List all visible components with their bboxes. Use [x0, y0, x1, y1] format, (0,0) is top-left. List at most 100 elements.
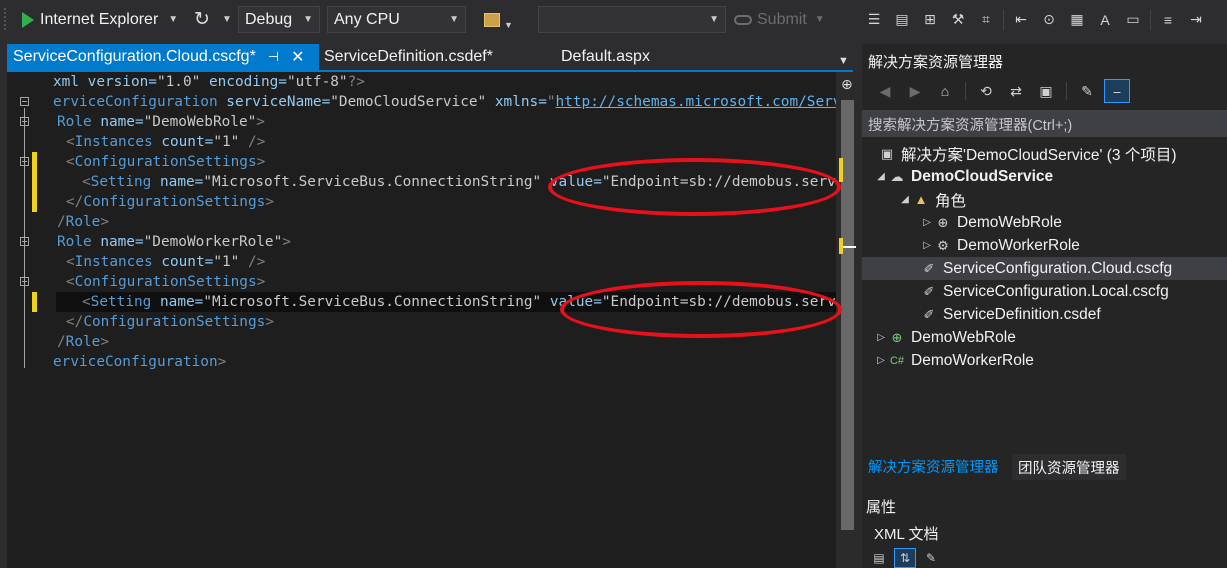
tab-default-aspx[interactable]: Default.aspx	[561, 44, 650, 70]
collapsed-arrow-icon[interactable]: ▷	[874, 355, 888, 366]
chevron-down-icon: ▼	[709, 14, 719, 25]
tab-label: Default.aspx	[561, 48, 650, 65]
run-button[interactable]: Internet Explorer ▼	[22, 6, 178, 33]
text-icon[interactable]: A	[1091, 9, 1119, 31]
properties-toolbar: ▤ ⇅ ✎	[868, 548, 942, 568]
editor-gutter	[7, 72, 31, 568]
collapsed-arrow-icon[interactable]: ▷	[874, 332, 888, 343]
tree-item-service-configuration-local[interactable]: ✐ ServiceConfiguration.Local.cscfg	[862, 280, 1227, 303]
fold-toggle[interactable]	[20, 97, 29, 106]
code-line: <Instances count="1" />	[66, 254, 266, 270]
code-line: /Role>	[57, 214, 109, 230]
vertical-scrollbar[interactable]: ⊕	[836, 72, 860, 568]
import-icon[interactable]: ⇤	[1007, 9, 1035, 31]
collapsed-arrow-icon[interactable]: ▷	[920, 240, 934, 251]
code-line: xml version="1.0" encoding="utf-8"?>	[53, 74, 365, 90]
chevron-down-icon: ▼	[449, 14, 459, 25]
editor-tab-strip: ServiceConfiguration.Cloud.cscfg* ⊣ ✕ Se…	[0, 44, 860, 70]
pin-icon[interactable]: ⊣	[268, 49, 279, 65]
properties-object-select[interactable]: XML 文档	[874, 523, 938, 544]
cloud-icon	[734, 14, 752, 25]
properties-panel: 属性 XML 文档 ▤ ⇅ ✎	[862, 492, 1227, 568]
tab-service-definition[interactable]: ServiceDefinition.csdef*	[324, 44, 493, 70]
platform-value: Any CPU	[334, 10, 400, 28]
chevron-down-icon: ▼	[303, 14, 313, 25]
code-line: <Instances count="1" />	[66, 134, 266, 150]
roles-folder-icon: ▲	[914, 192, 928, 207]
code-line: </ConfigurationSettings>	[66, 194, 274, 210]
chevron-down-icon[interactable]: ▼	[222, 6, 232, 33]
home-icon[interactable]: ⌂	[932, 79, 958, 103]
solution-search-input[interactable]: 搜索解决方案资源管理器(Ctrl+;)	[862, 110, 1227, 137]
history-icon[interactable]: ⟲	[973, 79, 999, 103]
expanded-arrow-icon[interactable]: ◢	[874, 171, 888, 182]
panel-title: 解决方案资源管理器	[868, 54, 1004, 71]
tree-item-roles[interactable]: ◢ ▲ 角色	[862, 188, 1227, 211]
align-icon[interactable]: ≡	[1154, 9, 1182, 31]
properties-wrench-icon[interactable]: ✎	[1074, 79, 1100, 103]
toolbar-icon-group: ☰ ▤ ⊞ ⚒ ⌗ ⇤ ⊙ ▦ A ▭ ≡ ⇥	[860, 6, 1210, 33]
split-editor-icon[interactable]: ⊕	[841, 76, 853, 93]
hierarchy-icon[interactable]: ⊞	[916, 9, 944, 31]
tree-item-demo-web-role[interactable]: ▷ ⊕ DemoWebRole	[862, 211, 1227, 234]
empty-combo[interactable]: ▼	[538, 6, 726, 33]
tab-team-explorer[interactable]: 团队资源管理器	[1012, 454, 1126, 480]
network-icon[interactable]: ⌗	[972, 9, 1000, 31]
tree-item-project-web-role[interactable]: ▷ ⊕ DemoWebRole	[862, 326, 1227, 349]
categorized-icon[interactable]: ▤	[868, 548, 890, 568]
clipboard-icon[interactable]: ▭	[1119, 9, 1147, 31]
toolbar-separator	[1066, 82, 1067, 100]
preview-icon[interactable]: ⎯	[1104, 79, 1130, 103]
chevron-down-icon: ▼	[504, 19, 513, 30]
chevron-down-icon[interactable]: ▼	[168, 14, 178, 25]
tab-service-configuration-cloud[interactable]: ServiceConfiguration.Cloud.cscfg* ⊣ ✕	[7, 44, 319, 70]
code-line: <ConfigurationSettings>	[66, 274, 266, 290]
forward-icon[interactable]: ▶	[902, 79, 928, 103]
schema-link[interactable]: http://schemas.microsoft.com/ServiceHos	[556, 94, 836, 110]
tree-item-demo-worker-role[interactable]: ▷ ⚙ DemoWorkerRole	[862, 234, 1227, 257]
play-icon	[22, 11, 34, 28]
back-icon[interactable]: ◀	[872, 79, 898, 103]
toolbar-separator	[1003, 9, 1004, 30]
collapse-all-icon[interactable]: ▣	[1033, 79, 1059, 103]
tree-item-cloud-service[interactable]: ◢ ☁ DemoCloudService	[862, 165, 1227, 188]
list-icon[interactable]: ☰	[860, 9, 888, 31]
properties-title: 属性	[866, 499, 897, 516]
expanded-arrow-icon[interactable]: ◢	[898, 194, 912, 205]
configuration-select[interactable]: Debug ▼	[238, 6, 320, 33]
collapsed-arrow-icon[interactable]: ▷	[920, 217, 934, 228]
binary-icon[interactable]: ⊙	[1035, 9, 1063, 31]
publish-icon	[484, 12, 500, 27]
tree-item-service-configuration-cloud[interactable]: ✐ ServiceConfiguration.Cloud.cscfg	[862, 257, 1227, 280]
config-file-icon: ✐	[923, 260, 935, 276]
change-overview-marker	[839, 158, 843, 182]
solution-explorer-toolbar: ◀ ▶ ⌂ ⟲ ⇄ ▣ ✎ ⎯	[862, 76, 1227, 106]
document-icon[interactable]: ▤	[888, 9, 916, 31]
sync-icon[interactable]: ⇄	[1003, 79, 1029, 103]
configuration-value: Debug	[245, 10, 293, 28]
tab-solution-explorer[interactable]: 解决方案资源管理器	[862, 454, 1005, 480]
platform-select[interactable]: Any CPU ▼	[327, 6, 466, 33]
tree-item-solution[interactable]: ▣ 解决方案'DemoCloudService' (3 个项目)	[862, 142, 1227, 165]
alphabetical-icon[interactable]: ⇅	[894, 548, 916, 568]
code-line: erviceConfiguration>	[53, 354, 227, 370]
refresh-icon[interactable]: ↻	[194, 6, 210, 33]
main-toolbar: Internet Explorer ▼ ↻ ▼ Debug ▼ Any CPU …	[0, 0, 1227, 40]
database-icon[interactable]: ▦	[1063, 9, 1091, 31]
tab-label: ServiceDefinition.csdef*	[324, 48, 493, 65]
close-icon[interactable]: ✕	[291, 47, 304, 67]
tree-item-project-worker-role[interactable]: ▷ C# DemoWorkerRole	[862, 349, 1227, 372]
toolbar-separator	[965, 82, 966, 100]
indent-icon[interactable]: ⇥	[1182, 9, 1210, 31]
tools-icon[interactable]: ⚒	[944, 9, 972, 31]
submit-button[interactable]: Submit ▼	[734, 6, 825, 33]
publish-button[interactable]: ▼	[484, 6, 513, 33]
caret-position-marker	[843, 246, 856, 248]
code-line: Role name="DemoWebRole">	[57, 114, 265, 130]
code-editor[interactable]: xml version="1.0" encoding="utf-8"?> erv…	[7, 72, 860, 568]
chevron-down-icon: ▼	[814, 14, 825, 25]
property-pages-icon[interactable]: ✎	[920, 548, 942, 568]
annotation-ellipse	[548, 158, 841, 216]
toolbar-grip[interactable]	[4, 8, 8, 30]
tree-item-service-definition[interactable]: ✐ ServiceDefinition.csdef	[862, 303, 1227, 326]
